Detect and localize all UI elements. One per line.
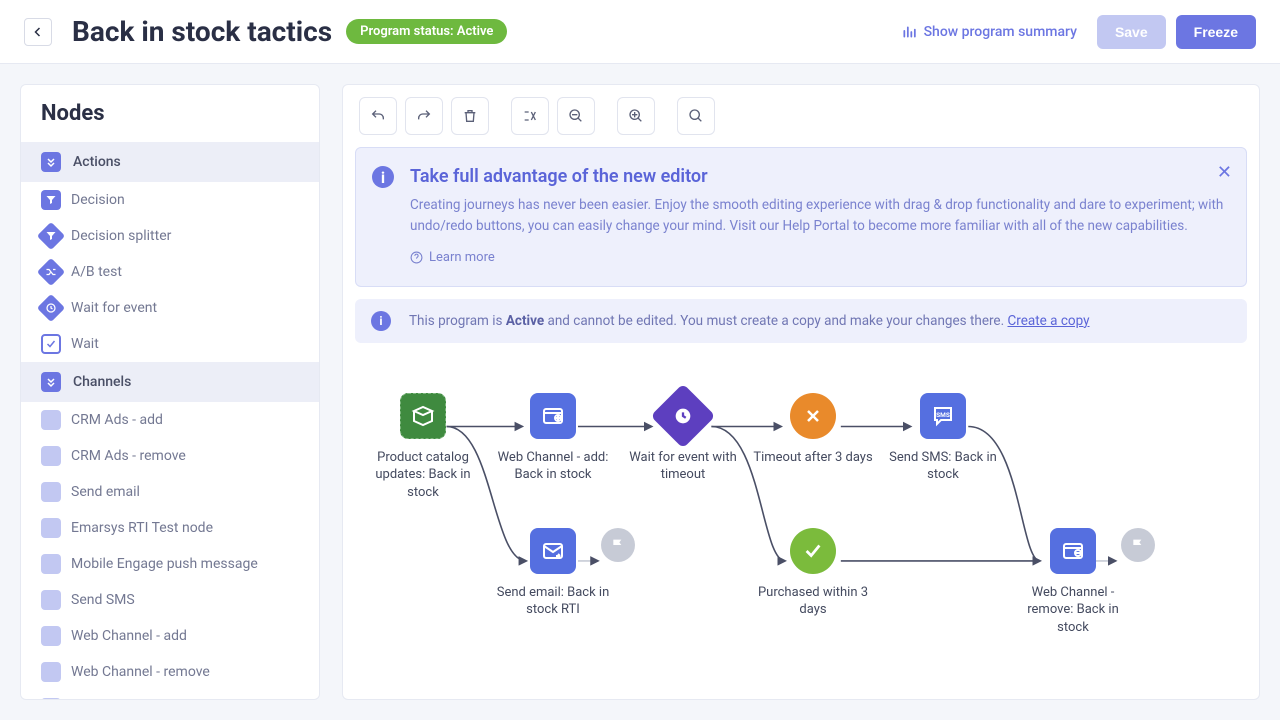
node-mobile-push[interactable]: Mobile Engage push message bbox=[21, 546, 319, 582]
check-icon bbox=[41, 334, 61, 354]
back-button[interactable] bbox=[24, 18, 52, 46]
sms-icon bbox=[41, 590, 61, 610]
banner-title: Take full advantage of the new editor bbox=[410, 166, 1226, 187]
close-banner-button[interactable]: ✕ bbox=[1217, 162, 1232, 183]
node-emarsys-rti[interactable]: Emarsys RTI Test node bbox=[21, 510, 319, 546]
box-icon bbox=[400, 393, 446, 439]
show-summary-link[interactable]: Show program summary bbox=[902, 24, 1077, 40]
node-wait-for-event[interactable]: Wait for event bbox=[21, 290, 319, 326]
nodes-sidebar: Nodes Actions Decision Decision splitter… bbox=[20, 84, 320, 700]
status-banner: i This program is Active and cannot be e… bbox=[355, 299, 1247, 343]
funnel-icon bbox=[37, 222, 65, 250]
section-actions[interactable]: Actions bbox=[21, 142, 319, 182]
chevron-down-icon bbox=[41, 372, 61, 392]
clock-icon bbox=[37, 294, 65, 322]
section-channels[interactable]: Channels bbox=[21, 362, 319, 402]
web-icon bbox=[41, 626, 61, 646]
node-web-channel-add[interactable]: Web Channel - add bbox=[21, 618, 319, 654]
shuffle-icon bbox=[37, 258, 65, 286]
flow-node-send-sms[interactable]: SMS Send SMS: Back in stock bbox=[883, 393, 1003, 484]
editor-info-banner: i ✕ Take full advantage of the new edito… bbox=[355, 147, 1247, 287]
flow-node-web-channel-remove[interactable]: Web Channel - remove: Back in stock bbox=[1013, 528, 1133, 637]
editor-canvas: i ✕ Take full advantage of the new edito… bbox=[342, 84, 1260, 700]
sidebar-title: Nodes bbox=[21, 85, 319, 142]
node-decision[interactable]: Decision bbox=[21, 182, 319, 218]
web-icon bbox=[41, 662, 61, 682]
flow-node-wait-for-event[interactable]: Wait for event with timeout bbox=[623, 393, 743, 484]
journey-flow-canvas[interactable]: Product catalog updates: Back in stock W… bbox=[343, 343, 1259, 699]
node-send-email[interactable]: Send email bbox=[21, 474, 319, 510]
app-header: Back in stock tactics Program status: Ac… bbox=[0, 0, 1280, 64]
node-crm-ads-remove[interactable]: CRM Ads - remove bbox=[21, 438, 319, 474]
delete-button[interactable] bbox=[451, 97, 489, 135]
rti-icon bbox=[41, 518, 61, 538]
email-icon bbox=[41, 482, 61, 502]
zoom-reset-button[interactable] bbox=[677, 97, 715, 135]
zoom-out-button[interactable] bbox=[557, 97, 595, 135]
info-icon: i bbox=[371, 311, 391, 331]
page-title: Back in stock tactics bbox=[72, 15, 332, 48]
question-icon bbox=[410, 251, 423, 264]
node-crm-ads-add[interactable]: CRM Ads - add bbox=[21, 402, 319, 438]
auto-layout-button[interactable] bbox=[511, 97, 549, 135]
node-decision-splitter[interactable]: Decision splitter bbox=[21, 218, 319, 254]
push-icon bbox=[41, 554, 61, 574]
node-ab-test[interactable]: A/B test bbox=[21, 254, 319, 290]
chevron-left-icon bbox=[32, 26, 44, 38]
bar-chart-icon bbox=[902, 25, 916, 39]
flow-node-timeout[interactable]: Timeout after 3 days bbox=[753, 393, 873, 467]
freeze-button[interactable]: Freeze bbox=[1176, 15, 1256, 49]
node-web-channel-remove[interactable]: Web Channel - remove bbox=[21, 654, 319, 690]
x-icon bbox=[790, 393, 836, 439]
flow-node-purchased[interactable]: Purchased within 3 days bbox=[753, 528, 873, 619]
sms-icon: SMS bbox=[920, 393, 966, 439]
web-plus-icon bbox=[530, 393, 576, 439]
flow-node-web-channel-add[interactable]: Web Channel - add: Back in stock bbox=[493, 393, 613, 484]
undo-button[interactable] bbox=[359, 97, 397, 135]
zoom-in-button[interactable] bbox=[617, 97, 655, 135]
flag-icon bbox=[1121, 528, 1155, 562]
check-icon bbox=[790, 528, 836, 574]
ads-icon bbox=[41, 446, 61, 466]
email-send-icon bbox=[530, 528, 576, 574]
editor-toolbar bbox=[343, 85, 1259, 147]
node-mobile-inapp-add[interactable]: Mobile in-app - add bbox=[21, 690, 319, 700]
create-copy-link[interactable]: Create a copy bbox=[1008, 313, 1090, 329]
redo-button[interactable] bbox=[405, 97, 443, 135]
svg-text:SMS: SMS bbox=[936, 411, 950, 419]
chevron-down-icon bbox=[41, 152, 61, 172]
mobile-icon bbox=[41, 698, 61, 700]
flow-end-flag-2 bbox=[1118, 528, 1158, 572]
flag-icon bbox=[601, 528, 635, 562]
node-wait[interactable]: Wait bbox=[21, 326, 319, 362]
info-icon: i bbox=[372, 166, 394, 188]
save-button: Save bbox=[1097, 15, 1166, 49]
web-minus-icon bbox=[1050, 528, 1096, 574]
funnel-icon bbox=[41, 190, 61, 210]
flow-node-send-email[interactable]: Send email: Back in stock RTI bbox=[493, 528, 613, 619]
flow-end-flag-1 bbox=[598, 528, 638, 572]
ads-icon bbox=[41, 410, 61, 430]
flow-node-product-catalog[interactable]: Product catalog updates: Back in stock bbox=[363, 393, 483, 502]
status-badge: Program status: Active bbox=[346, 19, 507, 44]
learn-more-link[interactable]: Learn more bbox=[410, 250, 495, 265]
node-send-sms[interactable]: Send SMS bbox=[21, 582, 319, 618]
banner-body: Creating journeys has never been easier.… bbox=[410, 195, 1226, 237]
clock-icon bbox=[650, 383, 715, 448]
